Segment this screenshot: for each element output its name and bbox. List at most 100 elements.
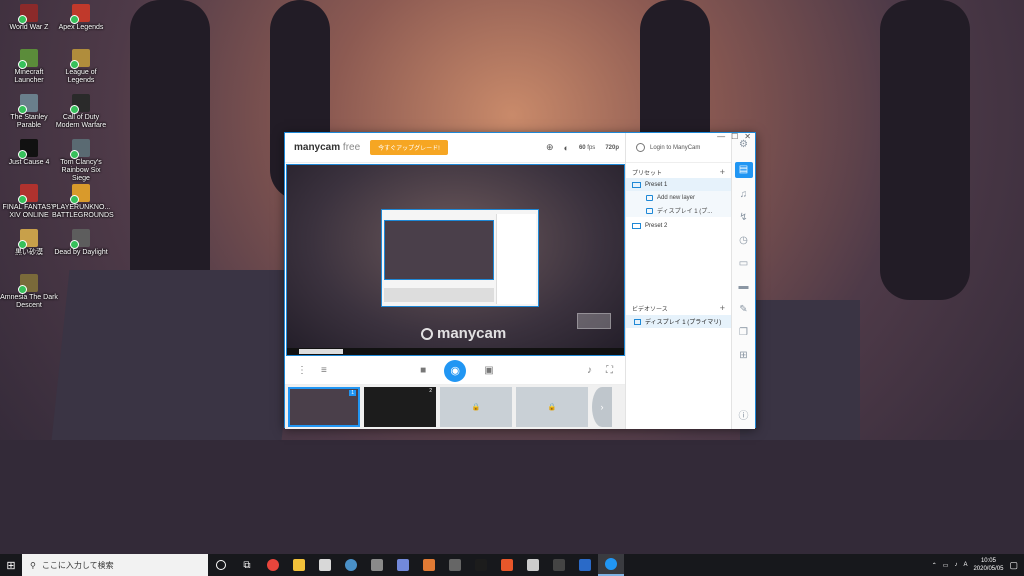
thumbnail-locked[interactable]: 🔒 — [516, 387, 588, 427]
desktop-icon-label: Dead by Daylight — [54, 249, 108, 256]
playlist-icon[interactable]: ≡ — [321, 365, 327, 376]
app-icon — [18, 4, 38, 24]
presets-header: プリセット + — [632, 167, 725, 177]
chat-icon[interactable]: ▭ — [738, 258, 750, 270]
task-view-icon[interactable]: ⧉ — [234, 554, 260, 576]
fullscreen-icon[interactable]: ⛶ — [606, 365, 613, 376]
desktop-icon[interactable]: FINAL FANTASY XIV ONLINE — [0, 184, 58, 220]
desktop-icon[interactable]: Tom Clancy's Rainbow Six Siege — [52, 139, 110, 183]
desktop-icon[interactable]: Minecraft Launcher — [0, 49, 58, 85]
audio-icon[interactable]: ♫ — [738, 189, 750, 201]
volume-icon[interactable]: ♪ — [954, 562, 957, 568]
chrome-icon[interactable] — [260, 554, 286, 576]
network-icon[interactable]: ▭ — [943, 562, 949, 569]
windows-start-icon[interactable]: ⊞ — [0, 554, 22, 576]
history-icon[interactable]: ◷ — [738, 235, 750, 247]
manycam-icon[interactable] — [598, 554, 624, 576]
desktop-icon[interactable]: Call of Duty Modern Warfare — [52, 94, 110, 130]
monitor-icon — [634, 318, 641, 325]
video-preview[interactable]: manycam — [286, 164, 625, 356]
zoom-icon[interactable]: ⊕ — [546, 142, 554, 153]
preset-item[interactable]: Preset 2 — [626, 219, 731, 232]
search-icon: ⚲ — [30, 560, 36, 570]
desktop-icon-label: Tom Clancy's Rainbow Six Siege — [60, 159, 102, 182]
app-icon — [18, 49, 38, 69]
layer-item[interactable]: ディスプレイ 1 (プ... — [626, 204, 731, 217]
minimize-icon[interactable]: — — [717, 132, 725, 141]
cortana-icon[interactable] — [208, 554, 234, 576]
show-hidden-icon[interactable]: ⌃ — [932, 562, 937, 569]
info-icon[interactable]: ⓘ — [738, 411, 750, 423]
desktop-icon-label: Call of Duty Modern Warfare — [55, 114, 107, 129]
draw-icon[interactable]: ✎ — [738, 304, 750, 316]
app-icon — [70, 49, 90, 69]
chevron-right-icon[interactable]: › — [592, 387, 612, 427]
app-icon — [70, 184, 90, 204]
taskbar-search[interactable]: ⚲ ここに入力して検索 — [22, 554, 208, 576]
desktop-icon[interactable]: PLAYERUNKNO... BATTLEGROUNDS — [52, 184, 114, 220]
app-icon — [70, 4, 90, 24]
desktop-icon[interactable]: League of Legends — [52, 49, 110, 85]
add-layer-item[interactable]: Add new layer — [626, 191, 731, 204]
desktop-icon[interactable]: World War Z — [0, 4, 58, 32]
app-7-icon[interactable] — [416, 554, 442, 576]
snapshot-camera-icon[interactable]: ▣ — [484, 365, 493, 376]
apps-icon[interactable]: ⊞ — [738, 350, 750, 362]
video-camera-icon[interactable]: ■ — [420, 365, 426, 376]
app-8-icon[interactable] — [442, 554, 468, 576]
explorer-icon[interactable] — [286, 554, 312, 576]
app-5-icon[interactable] — [364, 554, 390, 576]
add-preset-icon[interactable]: + — [720, 167, 725, 177]
app-icon — [18, 274, 38, 294]
more-options-icon[interactable]: ⋮ — [297, 365, 307, 376]
video-sources-header: ビデオソース + — [632, 303, 725, 313]
film-icon[interactable] — [546, 554, 572, 576]
effects-icon[interactable]: ↯ — [738, 212, 750, 224]
app-icon — [18, 184, 38, 204]
desktop-icon[interactable]: Just Cause 4 — [0, 139, 58, 167]
preview-overlay-box — [577, 313, 611, 329]
microphone-icon[interactable]: ♪ — [587, 365, 592, 376]
manycam-logo: manycam free — [294, 142, 361, 153]
manycam-window: manycam free 今すぐアップグレード! ⊕ ◐ 60 fps 720p… — [284, 132, 756, 429]
preview-taskbar — [287, 348, 624, 355]
resolution-selector[interactable]: 720p — [605, 145, 619, 151]
desktop-icon[interactable]: The Stanley Parable — [0, 94, 58, 130]
notification-icon[interactable]: ▢ — [1009, 560, 1018, 571]
app-11-icon[interactable] — [520, 554, 546, 576]
desktop-icon[interactable]: 黒い砂漠 — [0, 229, 58, 257]
app-13-icon[interactable] — [572, 554, 598, 576]
add-source-icon[interactable]: + — [720, 303, 725, 313]
preset-item[interactable]: Preset 1 — [626, 178, 731, 191]
thumbnail-1[interactable]: 1 — [288, 387, 360, 427]
window-controls: — ☐ ✕ — [717, 132, 751, 141]
contrast-icon[interactable]: ◐ — [564, 143, 569, 153]
close-icon[interactable]: ✕ — [744, 132, 751, 141]
ime-icon[interactable]: A — [963, 562, 967, 568]
desktop-icon-label: FINAL FANTASY XIV ONLINE — [2, 204, 56, 219]
app-9-icon[interactable] — [468, 554, 494, 576]
desktop-icon-label: Apex Legends — [58, 24, 104, 31]
clock[interactable]: 10:05 2020/05/05 — [973, 557, 1003, 573]
discord-icon[interactable] — [390, 554, 416, 576]
desktop-icon[interactable]: Amnesia The Dark Descent — [0, 274, 58, 310]
wallpaper-ground — [0, 440, 1024, 554]
broadcast-button[interactable]: ◉ — [444, 359, 467, 382]
thumbnail-locked[interactable]: 🔒 — [440, 387, 512, 427]
login-link[interactable]: Login to ManyCam — [626, 133, 731, 163]
layers-icon[interactable]: ❐ — [738, 327, 750, 339]
presets-tab-icon[interactable]: ▤ — [734, 162, 753, 178]
lower-thirds-icon[interactable]: ▬ — [738, 281, 750, 293]
desktop-icon-label: Just Cause 4 — [8, 159, 50, 166]
upgrade-button[interactable]: 今すぐアップグレード! — [370, 140, 448, 155]
fps-selector[interactable]: 60 fps — [579, 145, 595, 151]
desktop-icon[interactable]: Dead by Daylight — [52, 229, 110, 257]
app-10-icon[interactable] — [494, 554, 520, 576]
maximize-icon[interactable]: ☐ — [731, 132, 738, 141]
steam-icon[interactable] — [338, 554, 364, 576]
app-icon — [70, 139, 90, 159]
thumbnail-2[interactable]: 2 — [364, 387, 436, 427]
desktop-icon[interactable]: Apex Legends — [52, 4, 110, 32]
store-icon[interactable] — [312, 554, 338, 576]
video-source-item[interactable]: ディスプレイ 1 (プライマリ) — [626, 315, 731, 328]
